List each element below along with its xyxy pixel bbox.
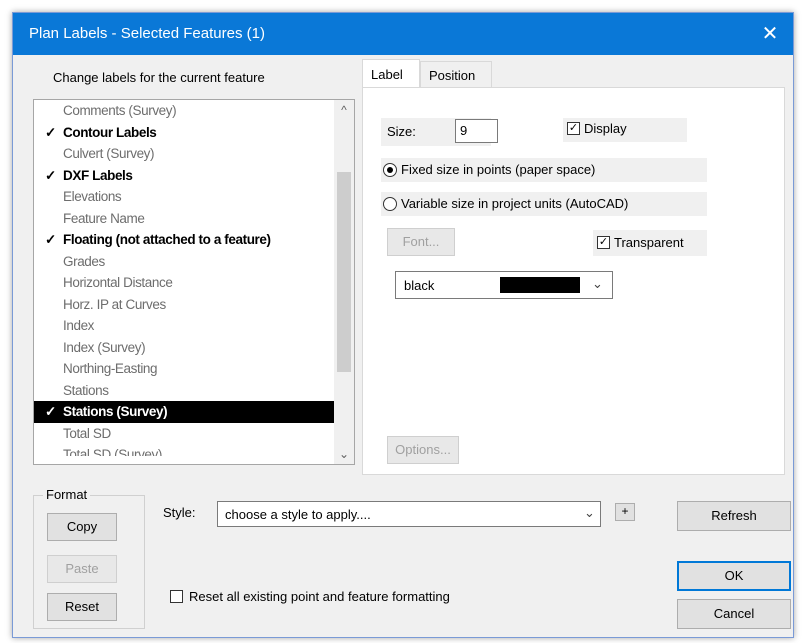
list-item[interactable]: Comments (Survey) [34, 100, 334, 122]
list-item[interactable]: Total SD (Survey) [34, 444, 334, 456]
list-item[interactable]: Total SD [34, 423, 334, 445]
transparent-checkbox[interactable]: ✓ [597, 236, 610, 249]
format-group-label: Format [43, 487, 91, 502]
list-item-label: Index [63, 318, 95, 333]
variable-size-label: Variable size in project units (AutoCAD) [401, 196, 629, 211]
fixed-size-radio[interactable] [383, 163, 397, 177]
list-item-label: DXF Labels [63, 167, 133, 183]
options-button[interactable]: Options... [387, 436, 459, 464]
transparent-label: Transparent [614, 235, 684, 250]
list-item-label: Total SD (Survey) [63, 447, 162, 456]
tab-label-text: Label [371, 67, 403, 82]
list-item[interactable]: Culvert (Survey) [34, 143, 334, 165]
style-value: choose a style to apply.... [225, 507, 371, 522]
feature-listbox[interactable]: Comments (Survey) ✓ Contour Labels Culvert … [33, 99, 355, 465]
variable-size-radio[interactable] [383, 197, 397, 211]
list-scrollbar[interactable]: ^ ⌄ [334, 100, 354, 464]
tab-label[interactable]: Label [362, 59, 420, 87]
list-item-label: Comments (Survey) [63, 103, 177, 118]
refresh-button[interactable]: Refresh [677, 501, 791, 531]
list-item-label: Index (Survey) [63, 339, 146, 355]
checkmark-icon: ✓ [45, 124, 56, 140]
list-item[interactable]: Horizontal Distance [34, 272, 334, 294]
scroll-down-icon[interactable]: ⌄ [334, 444, 354, 464]
list-item[interactable]: Horz. IP at Curves [34, 294, 334, 316]
display-label: Display [584, 121, 627, 136]
list-caption: Change labels for the current feature [53, 70, 265, 85]
list-item-label: Horizontal Distance [63, 275, 173, 290]
list-item-label: Horz. IP at Curves [63, 296, 166, 312]
tab-position[interactable]: Position [420, 61, 492, 87]
list-item-label: Stations [63, 382, 109, 398]
add-style-button[interactable]: + [615, 503, 635, 521]
list-item[interactable]: ✓ Contour Labels [34, 122, 334, 144]
style-label: Style: [163, 505, 196, 520]
list-item[interactable]: ✓ Stations (Survey) [34, 401, 334, 423]
size-value: 9 [460, 123, 468, 138]
chevron-down-icon: ⌄ [584, 505, 595, 520]
reset-all-checkbox[interactable] [170, 590, 183, 603]
plan-labels-dialog: Plan Labels - Selected Features (1) ✕ Ch… [12, 12, 794, 638]
scroll-up-icon[interactable]: ^ [334, 100, 354, 120]
list-item-label: Stations (Survey) [63, 404, 168, 419]
list-item[interactable]: Stations [34, 380, 334, 402]
list-item[interactable]: Elevations [34, 186, 334, 208]
color-swatch [500, 277, 580, 293]
color-name: black [404, 278, 435, 293]
list-item-label: Grades [63, 253, 105, 269]
size-label: Size: [387, 124, 416, 139]
list-item[interactable]: ✓ DXF Labels [34, 165, 334, 187]
title-bar: Plan Labels - Selected Features (1) ✕ [13, 13, 793, 55]
list-item-label: Northing-Easting [63, 361, 158, 376]
close-icon[interactable]: ✕ [755, 19, 785, 49]
chevron-down-icon: ⌄ [592, 276, 603, 291]
dialog-title: Plan Labels - Selected Features (1) [29, 25, 265, 42]
copy-button[interactable]: Copy [47, 513, 117, 541]
tab-position-text: Position [429, 68, 476, 83]
list-item[interactable]: Northing-Easting [34, 358, 334, 380]
fixed-size-label: Fixed size in points (paper space) [401, 162, 596, 177]
display-checkbox[interactable]: ✓ [567, 122, 580, 135]
checkmark-icon: ✓ [45, 232, 56, 247]
list-item-label: Elevations [63, 189, 122, 204]
feature-list: Comments (Survey) ✓ Contour Labels Culvert … [34, 100, 334, 456]
list-item[interactable]: Grades [34, 251, 334, 273]
list-item-label: Total SD [63, 425, 111, 441]
font-button[interactable]: Font... [387, 228, 455, 256]
list-item-label: Feature Name [63, 210, 145, 226]
list-item-label: Contour Labels [63, 124, 157, 140]
reset-button[interactable]: Reset [47, 593, 117, 621]
list-item-label: Culvert (Survey) [63, 146, 155, 161]
color-select[interactable]: black ⌄ [395, 271, 613, 299]
paste-button[interactable]: Paste [47, 555, 117, 583]
checkmark-icon: ✓ [45, 404, 56, 419]
reset-all-label: Reset all existing point and feature for… [189, 589, 450, 604]
list-item[interactable]: Feature Name [34, 208, 334, 230]
list-item[interactable]: ✓ Floating (not attached to a feature) [34, 229, 334, 251]
list-item[interactable]: Index (Survey) [34, 337, 334, 359]
checkmark-icon: ✓ [45, 167, 56, 183]
list-item[interactable]: Index [34, 315, 334, 337]
cancel-button[interactable]: Cancel [677, 599, 791, 629]
label-tab-panel: Size: 9 ✓ Display Fixed size in points (… [362, 87, 785, 475]
size-input[interactable]: 9 [455, 119, 498, 143]
ok-button[interactable]: OK [677, 561, 791, 591]
scroll-thumb[interactable] [337, 172, 351, 372]
style-select[interactable]: choose a style to apply.... ⌄ [217, 501, 601, 527]
list-item-label: Floating (not attached to a feature) [63, 232, 271, 247]
